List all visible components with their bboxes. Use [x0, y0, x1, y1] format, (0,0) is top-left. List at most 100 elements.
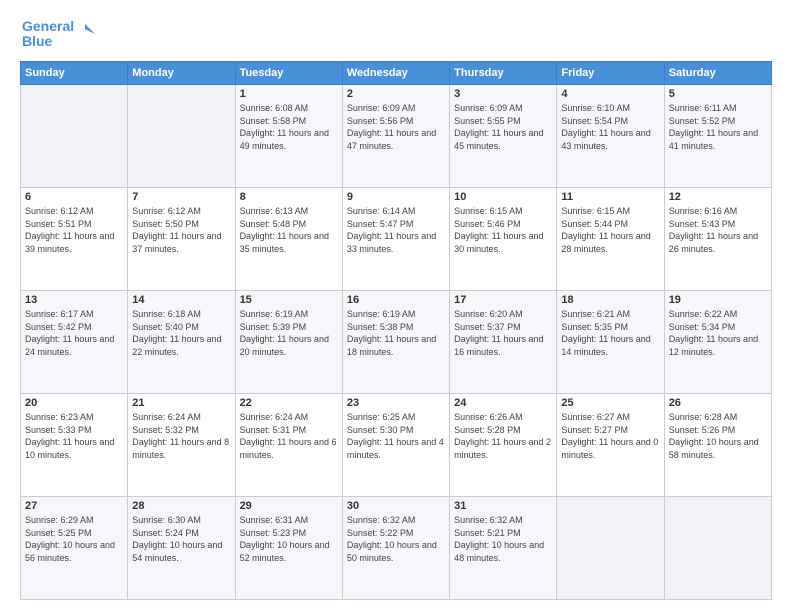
- day-info: Sunrise: 6:10 AMSunset: 5:54 PMDaylight:…: [561, 102, 659, 152]
- day-number: 6: [25, 191, 123, 203]
- day-number: 29: [240, 500, 338, 512]
- logo-icon: GeneralBlue: [20, 16, 100, 51]
- day-info: Sunrise: 6:32 AMSunset: 5:21 PMDaylight:…: [454, 514, 552, 564]
- calendar-cell: 14 Sunrise: 6:18 AMSunset: 5:40 PMDayligh…: [128, 291, 235, 394]
- calendar-cell: 6 Sunrise: 6:12 AMSunset: 5:51 PMDaylight…: [21, 188, 128, 291]
- calendar-header-monday: Monday: [128, 62, 235, 85]
- calendar-cell: 29 Sunrise: 6:31 AMSunset: 5:23 PMDayligh…: [235, 497, 342, 600]
- calendar-cell: 12Sunrise: 6:16 AMSunset: 5:43 PMDayligh…: [664, 188, 771, 291]
- day-number: 20: [25, 397, 123, 409]
- calendar-cell: 13 Sunrise: 6:17 AMSunset: 5:42 PMDayligh…: [21, 291, 128, 394]
- day-info: Sunrise: 6:19 AMSunset: 5:38 PMDaylight:…: [347, 308, 445, 358]
- calendar-cell: [557, 497, 664, 600]
- calendar-cell: 7Sunrise: 6:12 AMSunset: 5:50 PMDaylight…: [128, 188, 235, 291]
- day-number: 15: [240, 294, 338, 306]
- day-info: Sunrise: 6:12 AMSunset: 5:51 PMDaylight:…: [25, 205, 123, 255]
- calendar-cell: 22 Sunrise: 6:24 AMSunset: 5:31 PMDayligh…: [235, 394, 342, 497]
- day-number: 11: [561, 191, 659, 203]
- day-number: 31: [454, 500, 552, 512]
- calendar-cell: 17 Sunrise: 6:20 AMSunset: 5:37 PMDayligh…: [450, 291, 557, 394]
- day-number: 8: [240, 191, 338, 203]
- day-info: Sunrise: 6:27 AMSunset: 5:27 PMDaylight:…: [561, 411, 659, 461]
- day-info: Sunrise: 6:20 AMSunset: 5:37 PMDaylight:…: [454, 308, 552, 358]
- calendar-header-wednesday: Wednesday: [342, 62, 449, 85]
- calendar-header-row: SundayMondayTuesdayWednesdayThursdayFrid…: [21, 62, 772, 85]
- calendar-cell: 20 Sunrise: 6:23 AMSunset: 5:33 PMDayligh…: [21, 394, 128, 497]
- day-number: 23: [347, 397, 445, 409]
- day-info: Sunrise: 6:29 AMSunset: 5:25 PMDaylight:…: [25, 514, 123, 564]
- calendar-cell: 4 Sunrise: 6:10 AMSunset: 5:54 PMDaylight…: [557, 85, 664, 188]
- day-info: Sunrise: 6:24 AMSunset: 5:31 PMDaylight:…: [240, 411, 338, 461]
- calendar-header-friday: Friday: [557, 62, 664, 85]
- calendar-cell: 9Sunrise: 6:14 AMSunset: 5:47 PMDaylight…: [342, 188, 449, 291]
- day-info: Sunrise: 6:23 AMSunset: 5:33 PMDaylight:…: [25, 411, 123, 461]
- calendar-cell: 19Sunrise: 6:22 AMSunset: 5:34 PMDayligh…: [664, 291, 771, 394]
- calendar-cell: 23 Sunrise: 6:25 AMSunset: 5:30 PMDayligh…: [342, 394, 449, 497]
- svg-text:Blue: Blue: [22, 33, 53, 49]
- day-info: Sunrise: 6:21 AMSunset: 5:35 PMDaylight:…: [561, 308, 659, 358]
- calendar-week-4: 20 Sunrise: 6:23 AMSunset: 5:33 PMDayligh…: [21, 394, 772, 497]
- calendar-cell: 5 Sunrise: 6:11 AMSunset: 5:52 PMDaylight…: [664, 85, 771, 188]
- calendar-cell: [664, 497, 771, 600]
- day-number: 13: [25, 294, 123, 306]
- calendar-cell: 15Sunrise: 6:19 AMSunset: 5:39 PMDayligh…: [235, 291, 342, 394]
- day-number: 14: [132, 294, 230, 306]
- day-info: Sunrise: 6:24 AMSunset: 5:32 PMDaylight:…: [132, 411, 230, 461]
- calendar-cell: 24 Sunrise: 6:26 AMSunset: 5:28 PMDayligh…: [450, 394, 557, 497]
- calendar-cell: 21Sunrise: 6:24 AMSunset: 5:32 PMDayligh…: [128, 394, 235, 497]
- day-number: 1: [240, 88, 338, 100]
- day-info: Sunrise: 6:26 AMSunset: 5:28 PMDaylight:…: [454, 411, 552, 461]
- calendar-cell: 3Sunrise: 6:09 AMSunset: 5:55 PMDaylight…: [450, 85, 557, 188]
- logo: GeneralBlue: [20, 16, 100, 51]
- day-number: 25: [561, 397, 659, 409]
- calendar-week-5: 27 Sunrise: 6:29 AMSunset: 5:25 PMDayligh…: [21, 497, 772, 600]
- calendar-cell: 26 Sunrise: 6:28 AMSunset: 5:26 PMDayligh…: [664, 394, 771, 497]
- day-number: 17: [454, 294, 552, 306]
- calendar-cell: 28Sunrise: 6:30 AMSunset: 5:24 PMDayligh…: [128, 497, 235, 600]
- day-number: 4: [561, 88, 659, 100]
- calendar-header-tuesday: Tuesday: [235, 62, 342, 85]
- day-info: Sunrise: 6:17 AMSunset: 5:42 PMDaylight:…: [25, 308, 123, 358]
- day-info: Sunrise: 6:30 AMSunset: 5:24 PMDaylight:…: [132, 514, 230, 564]
- day-number: 27: [25, 500, 123, 512]
- calendar-week-3: 13 Sunrise: 6:17 AMSunset: 5:42 PMDayligh…: [21, 291, 772, 394]
- calendar-header-saturday: Saturday: [664, 62, 771, 85]
- day-number: 12: [669, 191, 767, 203]
- day-number: 18: [561, 294, 659, 306]
- day-number: 26: [669, 397, 767, 409]
- day-number: 5: [669, 88, 767, 100]
- day-info: Sunrise: 6:15 AMSunset: 5:46 PMDaylight:…: [454, 205, 552, 255]
- calendar-cell: 2Sunrise: 6:09 AMSunset: 5:56 PMDaylight…: [342, 85, 449, 188]
- day-info: Sunrise: 6:25 AMSunset: 5:30 PMDaylight:…: [347, 411, 445, 461]
- day-number: 3: [454, 88, 552, 100]
- day-number: 10: [454, 191, 552, 203]
- calendar-cell: 8 Sunrise: 6:13 AMSunset: 5:48 PMDaylight…: [235, 188, 342, 291]
- day-number: 30: [347, 500, 445, 512]
- calendar-cell: [21, 85, 128, 188]
- header: GeneralBlue: [20, 16, 772, 51]
- day-number: 22: [240, 397, 338, 409]
- day-number: 24: [454, 397, 552, 409]
- calendar-week-2: 6 Sunrise: 6:12 AMSunset: 5:51 PMDaylight…: [21, 188, 772, 291]
- day-number: 16: [347, 294, 445, 306]
- day-info: Sunrise: 6:11 AMSunset: 5:52 PMDaylight:…: [669, 102, 767, 152]
- calendar-cell: 16 Sunrise: 6:19 AMSunset: 5:38 PMDayligh…: [342, 291, 449, 394]
- calendar-cell: 31 Sunrise: 6:32 AMSunset: 5:21 PMDayligh…: [450, 497, 557, 600]
- day-info: Sunrise: 6:32 AMSunset: 5:22 PMDaylight:…: [347, 514, 445, 564]
- calendar-cell: 25 Sunrise: 6:27 AMSunset: 5:27 PMDayligh…: [557, 394, 664, 497]
- day-info: Sunrise: 6:28 AMSunset: 5:26 PMDaylight:…: [669, 411, 767, 461]
- day-info: Sunrise: 6:13 AMSunset: 5:48 PMDaylight:…: [240, 205, 338, 255]
- calendar-cell: 30 Sunrise: 6:32 AMSunset: 5:22 PMDayligh…: [342, 497, 449, 600]
- page: GeneralBlue SundayMondayTuesdayWednesday…: [0, 0, 792, 612]
- calendar-cell: 10 Sunrise: 6:15 AMSunset: 5:46 PMDayligh…: [450, 188, 557, 291]
- day-info: Sunrise: 6:18 AMSunset: 5:40 PMDaylight:…: [132, 308, 230, 358]
- day-number: 7: [132, 191, 230, 203]
- calendar-week-1: 1Sunrise: 6:08 AMSunset: 5:58 PMDaylight…: [21, 85, 772, 188]
- calendar-cell: [128, 85, 235, 188]
- day-number: 19: [669, 294, 767, 306]
- day-info: Sunrise: 6:31 AMSunset: 5:23 PMDaylight:…: [240, 514, 338, 564]
- calendar-header-sunday: Sunday: [21, 62, 128, 85]
- calendar-header-thursday: Thursday: [450, 62, 557, 85]
- calendar-table: SundayMondayTuesdayWednesdayThursdayFrid…: [20, 61, 772, 600]
- day-number: 2: [347, 88, 445, 100]
